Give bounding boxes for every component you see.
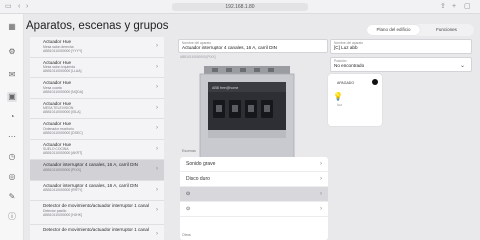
tabs-icon[interactable]: ▢ [464, 3, 471, 11]
chevron-right-icon: › [156, 104, 158, 111]
keypad-icon[interactable]: ▣ [7, 92, 17, 102]
chevron-down-icon: ⌄ [459, 63, 465, 69]
scene-list: Sonido grave › Disco duro › ⊙ › ⊙ › [180, 157, 328, 240]
device-list: Actuador Hue Mesa salon derecha ABB10110… [30, 37, 164, 240]
device-brand: ABB free@home [212, 86, 238, 90]
light-card[interactable]: APAGADO 💡 luz [328, 74, 382, 126]
chart-icon[interactable]: ◔ [7, 112, 17, 122]
list-item[interactable]: Actuador Hue Mesa salon izquierda ABB101… [30, 57, 164, 78]
status-badge: APAGADO [337, 81, 355, 85]
scene-item[interactable]: Sonido grave › [180, 157, 328, 172]
sidebar-icon[interactable]: ▭ [5, 3, 12, 11]
info-icon[interactable]: ⓘ [7, 212, 17, 222]
scenes-label: Escenas [182, 149, 196, 153]
list-item[interactable]: Actuador Hue Mesa cuarta ABB10110000000 … [30, 78, 164, 99]
edit-icon[interactable]: ✎ [7, 192, 17, 202]
device-name-field[interactable]: Nombre del aparato Actuador interruptor … [178, 39, 328, 53]
grid-icon[interactable]: ▦ [7, 22, 17, 32]
mail-icon[interactable]: ✉ [7, 70, 17, 80]
chevron-right-icon: › [156, 186, 158, 193]
list-item[interactable]: Actuador Hue MESA TELEVISION ABB10110000… [30, 98, 164, 119]
detail-panel: Nombre del aparato Actuador interruptor … [170, 37, 480, 240]
chevron-right-icon: › [320, 191, 322, 197]
list-item[interactable]: Detector de movimiento/actuador interrup… [30, 201, 164, 225]
tab-functions[interactable]: Funciones [420, 25, 473, 35]
chevron-right-icon: › [156, 231, 158, 237]
list-item[interactable]: Actuador Hue SUELO COCINA ABB10110000000… [30, 139, 164, 160]
settings-icon[interactable]: ⚙ [7, 47, 17, 57]
chevron-right-icon: › [320, 176, 322, 182]
chevron-right-icon: › [156, 43, 158, 49]
chevron-right-icon: › [156, 207, 158, 213]
other-label: Otros [182, 233, 191, 237]
tab-building-plan[interactable]: Plano del edificio [367, 25, 420, 35]
side-rail: ▦ ⚙ ✉ ▣ ◔ ⋯ ◷ ◎ ✎ ⓘ [0, 14, 24, 240]
chevron-right-icon: › [156, 63, 158, 70]
scene-icon: ⊙ [186, 191, 191, 197]
list-item-selected[interactable]: Actuador interruptor 4 canales, 16 A, ca… [30, 160, 164, 181]
scene-item[interactable]: Disco duro › [180, 172, 328, 187]
new-tab-icon[interactable]: + [452, 3, 456, 11]
share-icon[interactable]: ⇪ [440, 3, 446, 11]
dots-icon[interactable]: ⋯ [7, 132, 17, 142]
list-item[interactable]: Detector de movimiento/actuador interrup… [30, 225, 164, 240]
chevron-right-icon: › [156, 125, 158, 131]
chevron-right-icon: › [156, 84, 158, 90]
position-dropdown[interactable]: Posición No encontrado ⌄ [330, 57, 472, 72]
forward-icon[interactable]: › [26, 3, 28, 11]
page-title: Aparatos, escenas y grupos [26, 20, 169, 32]
clock-icon[interactable]: ◷ [7, 152, 17, 162]
chevron-right-icon: › [156, 145, 158, 152]
card-label: luz [337, 102, 343, 107]
channel-name-field[interactable]: Nombre del aparato [C] Luz abb [330, 39, 472, 54]
address-bar[interactable]: 192.168.1.80 [172, 3, 308, 11]
view-switcher: Plano del edificio Funciones [366, 24, 474, 36]
url-text: 192.168.1.80 [225, 4, 255, 10]
list-item[interactable]: Actuador interruptor 4 canales, 16 A, ca… [30, 180, 164, 201]
chevron-right-icon: › [320, 161, 322, 167]
browser-toolbar: ▭ ‹ › 192.168.1.80 ⇪ + ▢ [0, 0, 480, 14]
scene-icon: ⊙ [186, 206, 191, 212]
device-id: ABB10110000000 [PIXX] [180, 55, 216, 59]
list-item[interactable]: Actuador Hue Mesa salon derecha ABB10110… [30, 37, 164, 58]
chevron-right-icon: › [156, 166, 158, 172]
alert-icon[interactable]: ◎ [7, 172, 17, 182]
scene-item[interactable]: ⊙ › [180, 202, 328, 217]
lightbulb-icon: 💡 [333, 92, 343, 101]
scene-item[interactable]: ⊙ › [180, 187, 328, 202]
chevron-right-icon: › [320, 206, 322, 212]
back-icon[interactable]: ‹ [18, 3, 20, 11]
list-item[interactable]: Actuador Hue Ordenador escritorio ABB101… [30, 119, 164, 140]
power-toggle[interactable] [372, 79, 378, 85]
